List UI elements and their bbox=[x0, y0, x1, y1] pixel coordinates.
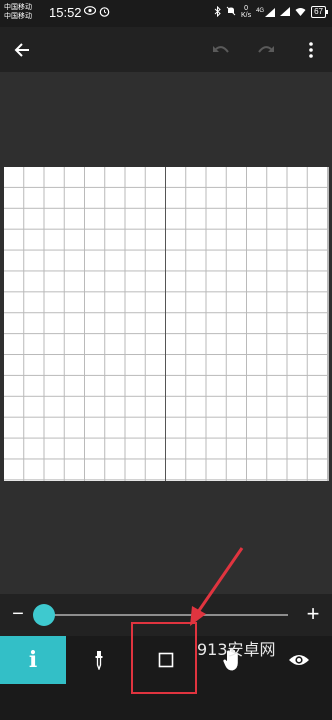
grid-center-line bbox=[165, 167, 166, 481]
mute-icon bbox=[226, 6, 236, 18]
network-type: 4G bbox=[256, 7, 265, 14]
back-button[interactable] bbox=[7, 35, 37, 65]
carrier-names: 中国移动 中国移动 bbox=[4, 3, 32, 21]
zoom-plus-label: + bbox=[306, 601, 320, 626]
zoom-minus-label: − bbox=[12, 603, 24, 625]
speed-value: 0 bbox=[244, 5, 248, 12]
zoom-in-button[interactable]: + bbox=[304, 602, 322, 626]
arrow-left-icon bbox=[14, 43, 29, 57]
zoom-out-button[interactable]: − bbox=[10, 602, 26, 626]
speed-unit: K/s bbox=[240, 12, 252, 19]
status-bar: 中国移动 中国移动 15:52 0 K/s 4G 67 bbox=[0, 0, 332, 27]
network-speed: 0 K/s bbox=[241, 5, 251, 19]
bottom-toolbar: i bbox=[0, 636, 332, 720]
bluetooth-icon bbox=[214, 5, 221, 19]
undo-icon bbox=[213, 46, 229, 53]
alarm-icon bbox=[99, 6, 110, 20]
status-right-icons: 0 K/s 4G 67 bbox=[214, 5, 328, 19]
more-options-button[interactable] bbox=[296, 35, 326, 65]
app-bar bbox=[0, 27, 332, 72]
canvas-workspace[interactable] bbox=[0, 72, 332, 594]
wifi-icon bbox=[295, 7, 306, 18]
hand-icon bbox=[223, 649, 238, 671]
signal-icon-1: 4G bbox=[256, 7, 276, 17]
carrier-1: 中国移动 bbox=[4, 4, 32, 11]
info-icon: i bbox=[28, 647, 38, 673]
carrier-2: 中国移动 bbox=[4, 13, 32, 20]
square-tool-button[interactable] bbox=[139, 636, 193, 684]
more-vertical-icon bbox=[309, 42, 313, 58]
eye-comfort-icon bbox=[83, 6, 97, 18]
signal-icon-2 bbox=[280, 6, 291, 18]
redo-icon bbox=[258, 46, 274, 53]
redo-button[interactable] bbox=[251, 35, 281, 65]
zoom-bar: − + bbox=[0, 594, 332, 636]
status-time: 15:52 bbox=[49, 5, 82, 20]
pan-tool-button[interactable] bbox=[205, 636, 259, 684]
view-tool-button[interactable] bbox=[272, 636, 326, 684]
eyedropper-tool-button[interactable] bbox=[72, 636, 126, 684]
undo-button[interactable] bbox=[206, 35, 236, 65]
square-icon bbox=[158, 652, 174, 668]
info-tool-button[interactable]: i bbox=[0, 636, 66, 684]
pixel-grid-canvas[interactable] bbox=[4, 167, 329, 481]
battery-indicator: 67 bbox=[311, 6, 328, 18]
zoom-slider-track[interactable] bbox=[34, 614, 288, 616]
eye-icon bbox=[289, 655, 309, 665]
zoom-slider-thumb[interactable] bbox=[33, 604, 56, 626]
eyedropper-icon bbox=[95, 651, 103, 670]
